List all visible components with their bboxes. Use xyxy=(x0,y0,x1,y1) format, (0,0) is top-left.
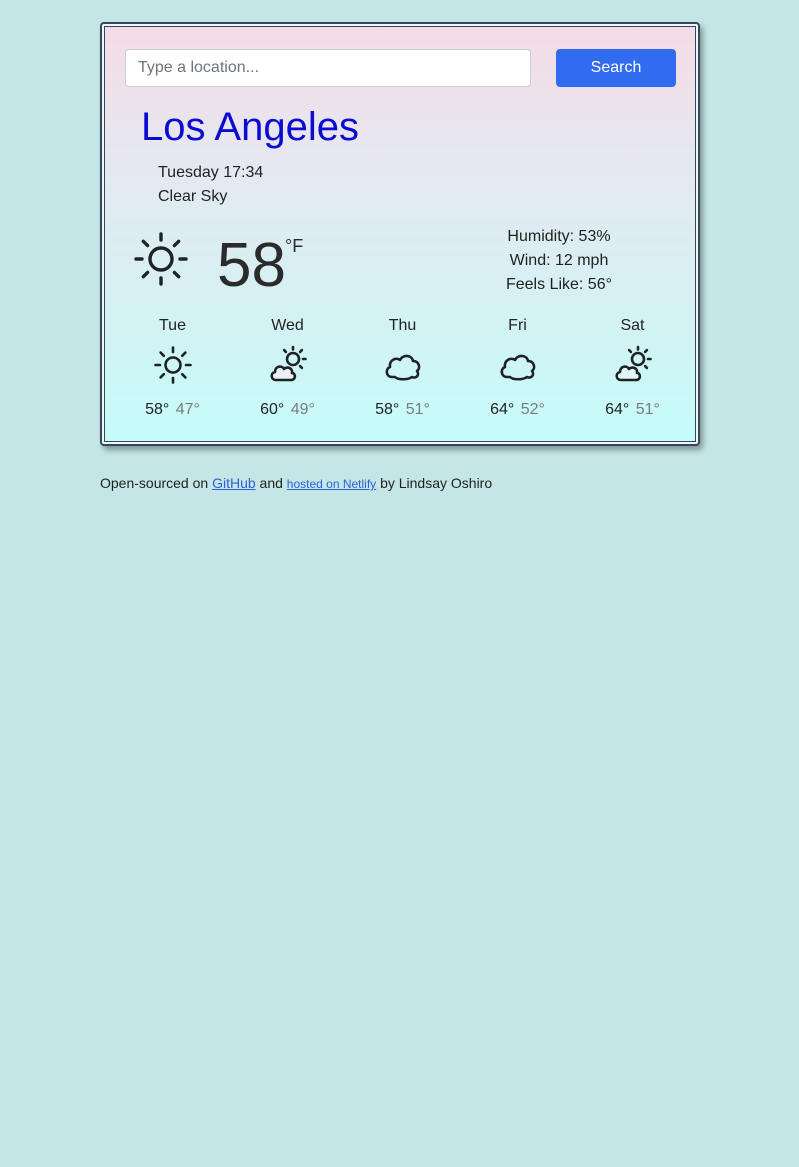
current-datetime: Tuesday 17:34 xyxy=(158,164,264,181)
cloud-icon xyxy=(500,354,535,381)
cloud-icon xyxy=(385,354,420,381)
forecast-day: Tue 58° 47° xyxy=(115,315,230,421)
weather-card-body: Search Los Angeles Tuesday 17:34 Clear S… xyxy=(104,26,696,442)
forecast-day-name: Fri xyxy=(508,317,527,334)
footer-suffix: by Lindsay Oshiro xyxy=(380,475,493,491)
forecast: Tue 58° 47° Wed 60° 49° Thu 58° 51° Fri … xyxy=(115,315,690,425)
forecast-day: Thu 58° 51° xyxy=(345,315,460,421)
sun-icon xyxy=(153,346,192,384)
partly-cloudy-icon xyxy=(269,345,307,382)
footer-middle: and xyxy=(259,475,283,491)
github-link[interactable]: GitHub xyxy=(212,475,256,491)
current-details: Humidity: 53% Wind: 12 mph Feels Like: 5… xyxy=(479,225,639,297)
forecast-high: 60° xyxy=(260,401,285,418)
forecast-day-name: Sat xyxy=(620,317,645,334)
forecast-temps: 60° 49° xyxy=(230,399,345,421)
forecast-temps: 64° 52° xyxy=(460,399,575,421)
forecast-high: 64° xyxy=(490,401,515,418)
forecast-day-name: Wed xyxy=(271,317,304,334)
temperature-unit: °F xyxy=(285,236,304,256)
feels-like: Feels Like: 56° xyxy=(505,276,612,293)
forecast-day-name: Tue xyxy=(159,317,186,334)
forecast-high: 64° xyxy=(605,401,630,418)
sun-icon xyxy=(134,232,188,286)
forecast-temps: 64° 51° xyxy=(575,399,690,421)
current-description: Clear Sky xyxy=(158,188,228,205)
forecast-day: Sat 64° 51° xyxy=(575,315,690,421)
forecast-high: 58° xyxy=(145,401,170,418)
search-button[interactable]: Search xyxy=(556,49,676,87)
forecast-day: Wed 60° 49° xyxy=(230,315,345,421)
forecast-low: 47° xyxy=(175,401,200,418)
forecast-low: 51° xyxy=(635,401,660,418)
humidity: Humidity: 53% xyxy=(507,228,611,245)
current-temperature: 58 xyxy=(217,231,286,300)
weather-card: Search Los Angeles Tuesday 17:34 Clear S… xyxy=(100,22,700,446)
footer-prefix: Open-sourced on xyxy=(100,475,209,491)
forecast-high: 58° xyxy=(375,401,400,418)
netlify-link[interactable]: hosted on Netlify xyxy=(287,477,376,491)
partly-cloudy-icon xyxy=(614,345,652,382)
forecast-day-name: Thu xyxy=(388,317,417,334)
forecast-low: 51° xyxy=(405,401,430,418)
current-meta: Tuesday 17:34 Clear Sky xyxy=(158,161,263,209)
city-name: Los Angeles xyxy=(141,105,359,149)
forecast-low: 52° xyxy=(520,401,545,418)
forecast-temps: 58° 51° xyxy=(345,399,460,421)
forecast-temps: 58° 47° xyxy=(115,399,230,421)
forecast-low: 49° xyxy=(290,401,315,418)
search-input[interactable] xyxy=(125,49,531,87)
footer: Open-sourced on GitHub and hosted on Net… xyxy=(100,474,492,493)
forecast-day: Fri 64° 52° xyxy=(460,315,575,421)
wind: Wind: 12 mph xyxy=(509,252,609,269)
